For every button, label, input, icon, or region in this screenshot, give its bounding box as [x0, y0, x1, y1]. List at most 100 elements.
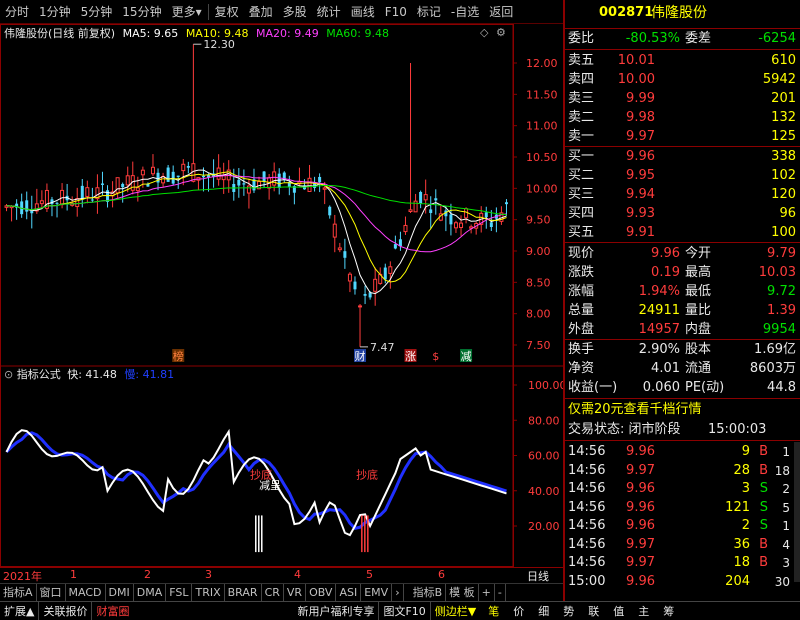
kline-chart[interactable]: 12.307.47 12.0011.5011.0010.5010.009.509…	[0, 24, 563, 567]
tab-fsl[interactable]: FSL	[166, 583, 193, 602]
diamond-icon[interactable]: ◇	[480, 26, 488, 39]
nav-main-button[interactable]: 主	[634, 602, 653, 620]
tab-template[interactable]: 模 板	[446, 583, 479, 602]
tab-indicator-a[interactable]: 指标A	[0, 583, 37, 602]
mark-button[interactable]: 标记	[412, 0, 446, 24]
nav-detail-button[interactable]: 细	[534, 602, 553, 620]
ask-price[interactable]: 10.00	[618, 71, 655, 89]
candle-body-down	[429, 209, 433, 214]
bid-price[interactable]: 9.94	[626, 186, 655, 204]
nav-link-button[interactable]: 联	[584, 602, 603, 620]
bid-level-label: 买五	[568, 225, 595, 240]
chevron-right-icon[interactable]: ›	[392, 583, 404, 602]
tick-price: 9.96	[626, 444, 655, 459]
candle-body-down	[353, 281, 357, 290]
level2-promo[interactable]: 仅需20元查看千档行情	[568, 401, 702, 419]
tab-brar[interactable]: BRAR	[225, 583, 262, 602]
tab-vr[interactable]: VR	[284, 583, 307, 602]
candle-body-up	[358, 305, 363, 308]
nav-chips-button[interactable]: 筹	[659, 602, 678, 620]
tab-macd[interactable]: MACD	[66, 583, 106, 602]
candle-body-up	[246, 185, 251, 194]
candle-body-down	[201, 175, 205, 178]
tab-indicator-b[interactable]: 指标B	[410, 583, 447, 602]
fuquan-button[interactable]: 复权	[210, 0, 244, 24]
tick-side: S	[759, 499, 768, 515]
candle-body-up	[307, 177, 312, 192]
tab-fenshi[interactable]: 分时	[0, 0, 34, 24]
nav-trend-button[interactable]: 势	[559, 602, 578, 620]
stat-value: 9.96	[651, 246, 680, 261]
tab-15min[interactable]: 15分钟	[117, 0, 166, 24]
ask-price[interactable]: 9.97	[626, 128, 655, 146]
price-axis: 12.00 11.50 11.00 10.50 10.00 9.50 9.00 8.50 8.0…	[513, 57, 558, 352]
ask-level-label: 卖五	[568, 53, 595, 68]
tab-cr[interactable]: CR	[262, 583, 284, 602]
tab-dma[interactable]: DMA	[134, 583, 167, 602]
candle-body-up	[332, 223, 337, 238]
nav-price-button[interactable]: 价	[509, 602, 528, 620]
draw-line-button[interactable]: 画线	[346, 0, 380, 24]
overlay-button[interactable]: 叠加	[244, 0, 278, 24]
ma20-label: MA20: 9.49	[256, 27, 319, 40]
multi-stock-button[interactable]: 多股	[278, 0, 312, 24]
event-badge-label: 涨	[405, 350, 416, 363]
tick-time: 15:00	[568, 573, 606, 589]
tick-volume: 2	[741, 518, 750, 533]
trade-status-row: 交易状态: 闭市阶段 15:00:03	[565, 421, 800, 439]
tick-side: B	[759, 536, 768, 552]
tick-volume: 18	[733, 555, 750, 570]
tick-row: 14:56 9.97 36 B 4	[565, 536, 800, 554]
bid-level-label: 买二	[568, 168, 595, 183]
tab-asi[interactable]: ASI	[336, 583, 362, 602]
zoom-out-button[interactable]: -	[495, 583, 506, 602]
ask-price[interactable]: 9.98	[626, 109, 655, 127]
stock-name[interactable]: 伟隆股份	[651, 4, 707, 22]
ask-row: 卖五 10.01 610	[565, 52, 800, 70]
price-tick-label: 7.50	[526, 339, 551, 352]
watchlist-button[interactable]: -自选	[446, 0, 484, 24]
tab-more[interactable]: 更多▾	[167, 0, 207, 24]
tab-dmi[interactable]: DMI	[106, 583, 134, 602]
tick-count: 4	[782, 537, 790, 552]
tab-5min[interactable]: 5分钟	[76, 0, 118, 24]
f10-graphic-button[interactable]: 图文F10	[378, 601, 429, 620]
bid-price[interactable]: 9.96	[626, 148, 655, 166]
sidebar-toggle-button[interactable]: 侧边栏▼	[429, 601, 480, 620]
trade-status-label: 交易状态: 闭市阶段	[568, 422, 681, 437]
candle-body-down	[484, 212, 488, 218]
new-user-promo-link[interactable]: 新用户福利专享	[293, 602, 378, 620]
bid-price[interactable]: 9.95	[626, 167, 655, 185]
tab-trix[interactable]: TRIX	[192, 583, 225, 602]
period-daily-label[interactable]: 日线	[527, 568, 549, 584]
fund-value: 8603万	[749, 361, 796, 376]
tab-emv[interactable]: EMV	[361, 583, 393, 602]
ask-price[interactable]: 9.99	[626, 90, 655, 108]
stats-button[interactable]: 统计	[312, 0, 346, 24]
wealth-circle-button[interactable]: 财富圈	[91, 601, 133, 620]
ask-row: 卖二 9.98 132	[565, 109, 800, 127]
bid-price[interactable]: 9.91	[626, 224, 655, 242]
bid-volume: 96	[779, 206, 796, 221]
zoom-in-button[interactable]: +	[479, 583, 495, 602]
settings-icon[interactable]: ⚙	[496, 26, 506, 39]
expand-button[interactable]: 扩展▲	[0, 602, 38, 620]
tab-window[interactable]: 窗口	[37, 583, 66, 602]
nav-value-button[interactable]: 值	[609, 602, 628, 620]
promo-row[interactable]: 仅需20元查看千档行情	[565, 401, 800, 419]
tab-1min[interactable]: 1分钟	[34, 0, 76, 24]
bid-price[interactable]: 9.93	[626, 205, 655, 223]
tick-side: B	[759, 555, 768, 570]
nav-tick-button[interactable]: 笔	[484, 602, 503, 620]
tab-obv[interactable]: OBV	[306, 583, 337, 602]
back-button[interactable]: 返回	[484, 0, 518, 24]
candle-body-down	[80, 185, 84, 200]
f10-button[interactable]: F10	[380, 0, 412, 24]
indicator-toggle-icon[interactable]: ⊙	[4, 368, 13, 381]
fund-value: 1.69亿	[754, 342, 796, 357]
slow-line-label: 慢: 41.81	[124, 368, 175, 381]
tick-row: 14:56 9.96 3 S 2	[565, 480, 800, 498]
related-quote-button[interactable]: 关联报价	[38, 601, 91, 620]
indicator-name[interactable]: 指标公式	[17, 368, 61, 381]
ask-price[interactable]: 10.01	[618, 52, 655, 70]
